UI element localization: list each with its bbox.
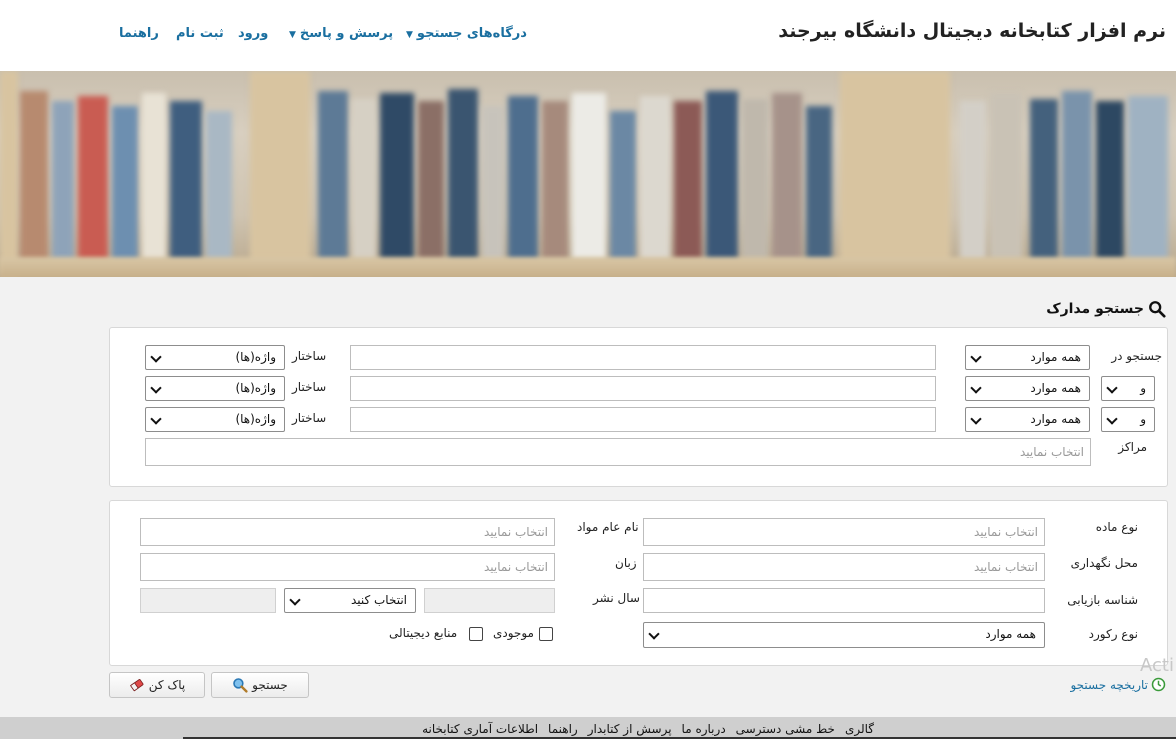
chevron-down-icon (1106, 413, 1118, 425)
footer-link-gallery[interactable]: گالری (845, 722, 874, 736)
chevron-down-icon (970, 382, 982, 394)
library-banner-image (0, 71, 1176, 277)
footer-bar: گالری خط مشی دسترسی درباره ما پرسش از کت… (0, 717, 1176, 739)
location-input[interactable]: انتخاب نمایید (643, 553, 1045, 581)
nav-qa-menu[interactable]: پرسش و پاسخ▼ (289, 26, 393, 41)
site-title[interactable]: نرم افزار کتابخانه دیجیتال دانشگاه بیرجن… (778, 20, 1166, 42)
chevron-down-icon (648, 628, 660, 640)
material-type-input[interactable]: انتخاب نمایید (643, 518, 1045, 546)
operator-select-2[interactable]: و (1101, 376, 1155, 401)
record-type-select[interactable]: همه موارد (643, 622, 1045, 648)
pub-year-label: سال نشر (593, 591, 640, 605)
search-term-input-3[interactable] (350, 407, 936, 432)
structure-select-2[interactable]: واژه(ها) (145, 376, 285, 401)
nav-search-portals-menu[interactable]: درگاه‌های جستجو▼ (406, 26, 527, 41)
clear-button[interactable]: پاک کن (109, 672, 205, 698)
search-field-select-2[interactable]: همه موارد (965, 376, 1090, 401)
pub-year-operator-select[interactable]: انتخاب کنید (284, 588, 416, 613)
available-checkbox[interactable] (539, 627, 553, 641)
call-number-label: شناسه بازیابی (1067, 593, 1138, 607)
chevron-down-icon (150, 413, 162, 425)
structure-label-1: ساختار (292, 349, 327, 363)
structure-select-3[interactable]: واژه(ها) (145, 407, 285, 432)
section-title-text: جستجو مدارک (1046, 301, 1144, 317)
language-input[interactable]: انتخاب نمایید (140, 553, 555, 581)
structure-label-3: ساختار (292, 411, 327, 425)
general-name-input[interactable]: انتخاب نمایید (140, 518, 555, 546)
nav-help[interactable]: راهنما (119, 26, 159, 41)
footer-link-statistics[interactable]: اطلاعات آماری کتابخانه (422, 722, 538, 736)
chevron-down-icon (150, 382, 162, 394)
language-label: زبان (615, 556, 637, 570)
search-field-select-1[interactable]: همه موارد (965, 345, 1090, 370)
search-field-select-3[interactable]: همه موارد (965, 407, 1090, 432)
nav-register[interactable]: ثبت نام (176, 26, 224, 41)
footer-link-access-policy[interactable]: خط مشی دسترسی (736, 722, 835, 736)
footer-link-help[interactable]: راهنما (548, 722, 578, 736)
chevron-down-icon (289, 594, 301, 606)
structure-label-2: ساختار (292, 380, 327, 394)
material-type-label: نوع ماده (1095, 520, 1138, 534)
call-number-input[interactable] (643, 588, 1045, 613)
record-type-label: نوع رکورد (1088, 627, 1138, 641)
search-history-label: تاریخچه جستجو (1070, 677, 1148, 692)
general-name-label: نام عام مواد (577, 520, 639, 534)
structure-select-1[interactable]: واژه(ها) (145, 345, 285, 370)
chevron-down-icon (150, 351, 162, 363)
activation-watermark: Acti (1140, 655, 1174, 676)
location-label: محل نگهداری (1070, 556, 1138, 570)
search-term-input-2[interactable] (350, 376, 936, 401)
eraser-icon (129, 679, 144, 692)
search-button-label: جستجو (252, 678, 288, 692)
chevron-down-icon (970, 351, 982, 363)
chevron-down-icon (1106, 382, 1118, 394)
magnifier-icon (233, 678, 248, 693)
clear-button-label: پاک کن (148, 678, 186, 692)
search-in-label: جستجو در (1111, 349, 1162, 363)
nav-qa-label: پرسش و پاسخ (299, 26, 394, 41)
pub-year-to-input[interactable] (424, 588, 555, 613)
nav-login[interactable]: ورود (238, 26, 268, 41)
chevron-down-icon (970, 413, 982, 425)
section-title: جستجو مدارک (1046, 300, 1166, 318)
history-icon (1151, 677, 1166, 692)
footer-link-ask-librarian[interactable]: پرسش از کتابدار (588, 722, 672, 736)
centers-label: مراکز (1118, 440, 1147, 454)
digital-resources-label: منابع دیجیتالی (389, 626, 458, 640)
search-history-link[interactable]: تاریخچه جستجو (1070, 677, 1166, 692)
available-label: موجودی (493, 626, 534, 640)
top-header: نرم افزار کتابخانه دیجیتال دانشگاه بیرجن… (0, 0, 1176, 71)
footer-links: گالری خط مشی دسترسی درباره ما پرسش از کت… (422, 722, 874, 736)
search-icon (1149, 301, 1166, 318)
chevron-down-icon: ▼ (406, 30, 413, 40)
centers-input[interactable]: انتخاب نمایید (145, 438, 1091, 466)
footer-link-about[interactable]: درباره ما (682, 722, 726, 736)
operator-select-3[interactable]: و (1101, 407, 1155, 432)
chevron-down-icon: ▼ (289, 30, 296, 40)
nav-search-portals-label: درگاه‌های جستجو (416, 26, 527, 41)
search-button[interactable]: جستجو (211, 672, 309, 698)
pub-year-from-input[interactable] (140, 588, 276, 613)
search-term-input-1[interactable] (350, 345, 936, 370)
digital-resources-checkbox[interactable] (469, 627, 483, 641)
